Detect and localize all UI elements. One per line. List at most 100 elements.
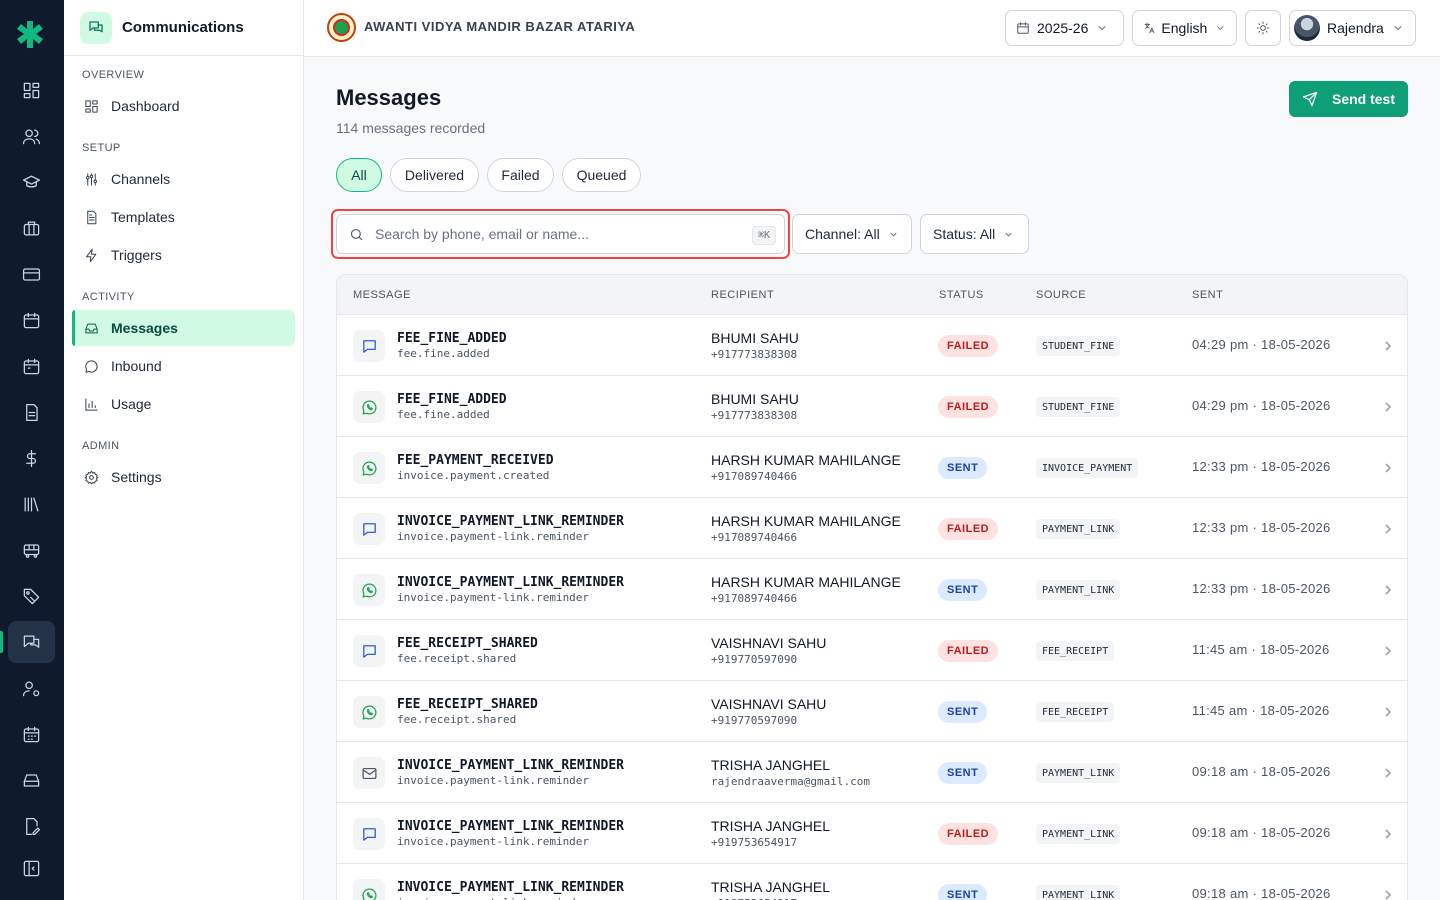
nav-triggers-label: Triggers xyxy=(111,247,162,263)
chevron-right-icon xyxy=(1383,705,1393,717)
channel-badge xyxy=(353,452,385,484)
recipient-name: TRISHA JANGHEL xyxy=(711,818,831,834)
sent-timestamp: 11:45 am · 18-05-2026 xyxy=(1192,642,1330,657)
table-row[interactable]: FEE_FINE_ADDED fee.fine.added BHUMI SAHU +9… xyxy=(337,315,1407,376)
table-row[interactable]: FEE_RECEIPT_SHARED fee.receipt.shared VAIS… xyxy=(337,681,1407,742)
tab-failed[interactable]: Failed xyxy=(487,158,554,192)
column-source: SOURCE xyxy=(1036,289,1087,301)
channel-badge xyxy=(353,635,385,667)
academic-year-select[interactable]: 2025-26 xyxy=(1005,10,1124,46)
table-row[interactable]: INVOICE_PAYMENT_LINK_REMINDERinvoice.pay… xyxy=(337,803,1407,864)
rail-item-collapse-sidebar[interactable] xyxy=(8,847,55,889)
message-template-name: INVOICE_PAYMENT_LINK_REMINDER xyxy=(397,819,624,834)
recipient-name: HARSH KUMAR MAHILANGE xyxy=(711,574,901,590)
nav-templates[interactable]: Templates xyxy=(72,199,295,235)
library-icon xyxy=(24,497,39,511)
whatsapp-icon xyxy=(361,583,376,597)
nav-messages[interactable]: Messages xyxy=(72,310,295,346)
theme-toggle-button[interactable] xyxy=(1245,10,1281,46)
school-name: AWANTI VIDYA MANDIR BAZAR ATARIYA xyxy=(364,19,636,34)
user-menu-button[interactable]: Rajendra xyxy=(1289,10,1416,46)
table-row[interactable]: FEE_FINE_ADDED fee.fine.added BHUMI SAHU +9… xyxy=(337,376,1407,437)
calendar-icon xyxy=(1017,22,1029,34)
sent-timestamp: 12:33 pm · 18-05-2026 xyxy=(1192,581,1331,596)
source-badge: STUDENT_FINE xyxy=(1036,397,1121,417)
module-sidebar: Communications OVERVIEW Dashboard SETUP … xyxy=(64,0,304,900)
nav-settings[interactable]: Settings xyxy=(72,459,295,495)
rail-item-user-settings[interactable] xyxy=(8,667,55,709)
recipient-name: BHUMI SAHU xyxy=(711,391,799,407)
tab-all[interactable]: All xyxy=(336,158,382,192)
status-filter-label: Status: All xyxy=(933,226,996,242)
language-value: English xyxy=(1161,20,1208,36)
status-badge: FAILED xyxy=(938,823,999,845)
rail-item-calendar-alt[interactable] xyxy=(8,345,55,387)
nav-messages-label: Messages xyxy=(111,320,178,336)
rail-item-bus[interactable] xyxy=(8,529,55,571)
source-badge: PAYMENT_LINK xyxy=(1036,763,1121,783)
table-row[interactable]: INVOICE_PAYMENT_LINK_REMINDERinvoice.pay… xyxy=(337,498,1407,559)
nav-channels[interactable]: Channels xyxy=(72,161,295,197)
search-input[interactable] xyxy=(375,226,735,242)
table-row[interactable]: INVOICE_PAYMENT_LINK_REMINDERinvoice.pay… xyxy=(337,559,1407,620)
rail-item-graduation-cap[interactable] xyxy=(8,161,55,203)
column-message: MESSAGE xyxy=(353,289,411,301)
module-header: Communications xyxy=(64,0,303,56)
send-icon xyxy=(1302,91,1318,107)
rail-item-people[interactable] xyxy=(8,115,55,157)
rail-item-calendar[interactable] xyxy=(8,299,55,341)
source-badge: STUDENT_FINE xyxy=(1036,336,1121,356)
table-row[interactable]: FEE_RECEIPT_SHARED fee.receipt.shared VAIS… xyxy=(337,620,1407,681)
table-row[interactable]: INVOICE_PAYMENT_LINK_REMINDERinvoice.pay… xyxy=(337,742,1407,803)
message-template-name: FEE_RECEIPT_SHARED xyxy=(397,636,538,651)
whatsapp-icon xyxy=(361,705,376,719)
nav-settings-label: Settings xyxy=(111,469,162,485)
message-template-name: INVOICE_PAYMENT_LINK_REMINDER xyxy=(397,758,624,773)
message-event: fee.fine.added xyxy=(397,408,490,421)
rail-item-calendar-grid[interactable] xyxy=(8,713,55,755)
rail-item-document[interactable] xyxy=(8,391,55,433)
search-box[interactable]: ⌘K xyxy=(336,214,785,254)
language-select[interactable]: English xyxy=(1132,10,1237,46)
table-row[interactable]: FEE_PAYMENT_RECEIVED invoice.payment.crea… xyxy=(337,437,1407,498)
top-bar: AWANTI VIDYA MANDIR BAZAR ATARIYA 2025-2… xyxy=(304,0,1440,57)
rail-item-dashboard[interactable] xyxy=(8,69,55,111)
rail-item-messages[interactable] xyxy=(0,621,55,663)
source-badge: PAYMENT_LINK xyxy=(1036,824,1121,844)
nav-inbound[interactable]: Inbound xyxy=(72,348,295,384)
message-event: fee.receipt.shared xyxy=(397,713,517,726)
dollar-icon xyxy=(26,449,37,467)
search-icon xyxy=(350,228,363,240)
recipient-name: HARSH KUMAR MAHILANGE xyxy=(711,513,901,529)
channel-badge xyxy=(353,391,385,423)
table-body: FEE_FINE_ADDED fee.fine.added BHUMI SAHU +9… xyxy=(337,315,1407,900)
send-test-button[interactable]: Send test xyxy=(1289,81,1408,117)
dashboard-icon xyxy=(85,99,98,113)
rail-item-briefcase[interactable] xyxy=(8,207,55,249)
sms-icon xyxy=(362,522,376,536)
calendar-alt-icon xyxy=(23,358,40,374)
rail-item-inbox[interactable] xyxy=(8,759,55,801)
message-template-name: FEE_RECEIPT_SHARED xyxy=(397,697,538,712)
rail-item-dollar[interactable] xyxy=(8,437,55,479)
table-row[interactable]: INVOICE_PAYMENT_LINK_REMINDERinvoice.pay… xyxy=(337,864,1407,900)
rail-item-file-edit[interactable] xyxy=(8,805,55,847)
inbox-icon xyxy=(23,773,40,787)
status-filter-select[interactable]: Status: All xyxy=(920,214,1029,254)
sent-timestamp: 09:18 am · 18-05-2026 xyxy=(1192,886,1331,900)
lightning-icon xyxy=(86,248,97,262)
rail-item-library[interactable] xyxy=(8,483,55,525)
tab-delivered[interactable]: Delivered xyxy=(390,158,479,192)
rail-item-credit-card[interactable] xyxy=(8,253,55,295)
nav-dashboard[interactable]: Dashboard xyxy=(72,88,295,124)
chevron-right-icon xyxy=(1383,522,1393,534)
rail-item-tag[interactable] xyxy=(8,575,55,617)
nav-usage[interactable]: Usage xyxy=(72,386,295,422)
recipient-contact: +919770597090 xyxy=(711,653,798,666)
message-event: invoice.payment-link.reminder xyxy=(397,835,590,848)
recipient-name: VAISHNAVI SAHU xyxy=(711,696,827,712)
calendar-icon xyxy=(23,312,40,328)
tab-queued[interactable]: Queued xyxy=(562,158,641,192)
channel-filter-select[interactable]: Channel: All xyxy=(792,214,912,254)
nav-triggers[interactable]: Triggers xyxy=(72,237,295,273)
